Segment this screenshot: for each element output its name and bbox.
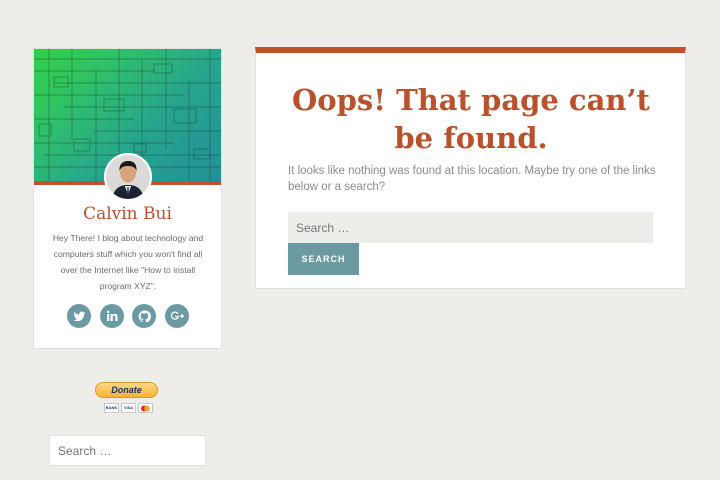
twitter-button[interactable] — [67, 304, 91, 328]
search-input[interactable] — [288, 212, 653, 243]
donate-button[interactable]: Donate — [95, 382, 158, 398]
profile-bio: Hey There! I blog about technology and c… — [52, 233, 204, 291]
google-plus-button[interactable] — [164, 304, 189, 328]
profile-name: Calvin Bui — [83, 204, 172, 224]
sidebar-search-input[interactable] — [49, 435, 206, 466]
bank-card-icon: BANK — [104, 403, 119, 413]
page-title: Oops! That page can’t be found. — [292, 83, 650, 155]
linkedin-button[interactable] — [99, 304, 124, 328]
avatar — [104, 153, 152, 201]
github-button[interactable] — [132, 304, 157, 328]
payment-cards: BANK VISA — [104, 403, 153, 414]
mastercard-icon — [138, 403, 153, 413]
profile-card: Calvin Bui Hey There! I blog about techn… — [33, 48, 222, 349]
search-button[interactable]: SEARCH — [288, 243, 359, 275]
linkedin-icon — [106, 310, 118, 321]
visa-card-icon: VISA — [121, 403, 136, 413]
github-icon — [138, 310, 151, 322]
google-plus-icon — [170, 311, 184, 320]
social-links — [67, 304, 189, 328]
twitter-icon — [73, 311, 85, 321]
not-found-card: Oops! That page can’t be found. It looks… — [255, 47, 686, 289]
not-found-message: It looks like nothing was found at this … — [288, 165, 656, 193]
